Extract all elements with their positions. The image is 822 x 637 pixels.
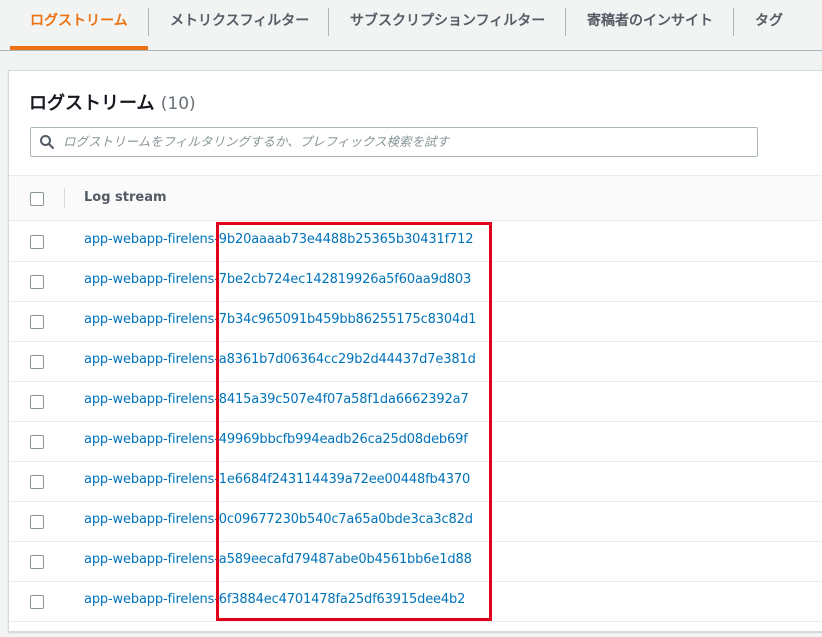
- row-checkbox[interactable]: [30, 475, 44, 489]
- row-checkbox[interactable]: [30, 235, 44, 249]
- row-checkbox[interactable]: [30, 275, 44, 289]
- tab-divider: [148, 8, 149, 36]
- search-icon: [40, 135, 54, 149]
- panel-title-text: ログストリーム: [29, 93, 155, 114]
- row-checkbox[interactable]: [30, 315, 44, 329]
- tab-divider: [565, 8, 566, 36]
- row-checkbox[interactable]: [30, 395, 44, 409]
- search-box[interactable]: [30, 127, 758, 157]
- tab-subscription-filters[interactable]: サブスクリプションフィルター: [350, 0, 545, 50]
- row-checkbox[interactable]: [30, 555, 44, 569]
- panel-header: ログストリーム (10): [9, 71, 822, 175]
- panel-title: ログストリーム (10): [29, 89, 196, 115]
- table-header: Log stream: [9, 175, 822, 221]
- highlight-annotation-box: [216, 222, 492, 621]
- tab-divider: [328, 8, 329, 36]
- tab-metric-filters[interactable]: メトリクスフィルター: [170, 0, 309, 50]
- row-checkbox[interactable]: [30, 435, 44, 449]
- column-header-log-stream: Log stream: [84, 190, 167, 205]
- tab-divider: [733, 8, 734, 36]
- tab-contributor-insights[interactable]: 寄稿者のインサイト: [587, 0, 713, 50]
- stream-count: (10): [160, 94, 196, 114]
- row-checkbox[interactable]: [30, 355, 44, 369]
- tab-bar: ログストリーム メトリクスフィルター サブスクリプションフィルター 寄稿者のイン…: [0, 0, 822, 51]
- select-all-checkbox[interactable]: [30, 192, 44, 206]
- row-checkbox[interactable]: [30, 515, 44, 529]
- tab-tags[interactable]: タグ: [755, 0, 783, 50]
- column-divider: [64, 188, 65, 208]
- active-tab-indicator: [10, 46, 148, 50]
- tab-log-streams[interactable]: ログストリーム: [30, 0, 128, 50]
- row-checkbox[interactable]: [30, 595, 44, 609]
- search-input[interactable]: [63, 128, 743, 154]
